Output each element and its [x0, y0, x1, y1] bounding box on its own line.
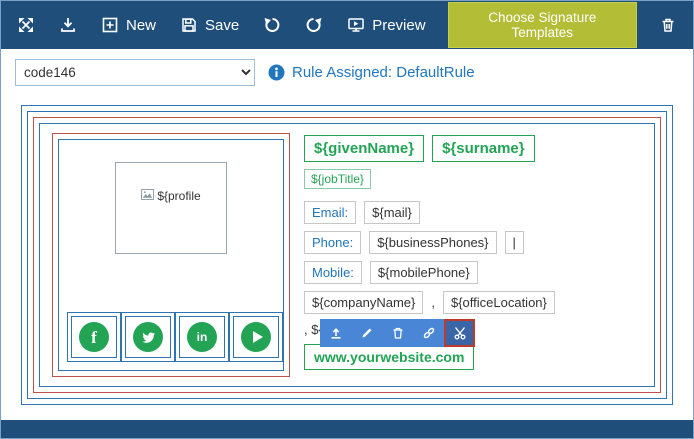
top-toolbar: New Save	[1, 1, 693, 49]
delete-element-button[interactable]	[382, 319, 413, 347]
job-title-token[interactable]: ${jobTitle}	[304, 169, 371, 189]
cut-icon	[453, 326, 467, 340]
delete-button[interactable]	[657, 14, 679, 36]
business-phones-token[interactable]: ${businessPhones}	[369, 231, 496, 254]
choose-signature-templates-button[interactable]: Choose Signature Templates	[448, 2, 637, 48]
youtube-icon	[241, 322, 271, 352]
rule-assigned-label: Rule Assigned: DefaultRule	[292, 64, 475, 81]
signature-right-column: ${givenName} ${surname} ${jobTitle} Emai…	[304, 133, 642, 377]
linkedin-icon: in	[187, 322, 217, 352]
element-toolbar	[320, 319, 475, 347]
expand-arrows-icon	[17, 16, 35, 34]
linkedin-glyph: in	[197, 331, 208, 343]
linkedin-icon-frame: in	[179, 316, 225, 358]
edit-icon	[360, 326, 374, 340]
link-button[interactable]	[413, 319, 444, 347]
signature-inner-table: ${profile f	[39, 123, 655, 387]
truncated-address-row: , ${	[304, 321, 642, 338]
surname-token[interactable]: ${surname}	[432, 135, 535, 162]
mobile-phone-token[interactable]: ${mobilePhone}	[370, 261, 478, 284]
youtube-icon-frame	[233, 316, 279, 358]
email-row: Email: ${mail}	[304, 201, 642, 224]
redo-icon	[305, 16, 323, 34]
redo-button[interactable]	[303, 14, 325, 36]
name-row: ${givenName} ${surname}	[304, 135, 642, 162]
edit-button[interactable]	[351, 319, 382, 347]
cut-button[interactable]	[444, 319, 475, 347]
new-plus-square-icon	[101, 16, 119, 34]
rule-assigned-text-group: Rule Assigned: DefaultRule	[268, 64, 475, 81]
signature-outer-table: ${profile f	[27, 111, 667, 399]
youtube-icon-cell[interactable]	[229, 312, 283, 362]
separator-token[interactable]: |	[505, 231, 524, 254]
mail-token[interactable]: ${mail}	[364, 201, 420, 224]
signature-left-column: ${profile f	[52, 133, 290, 377]
expand-button[interactable]	[15, 14, 37, 36]
signature-left-column-inner: ${profile f	[58, 139, 284, 371]
rule-bar: code146 Rule Assigned: DefaultRule	[1, 49, 693, 95]
job-title-row: ${jobTitle}	[304, 169, 642, 189]
website-row: www.yourwebsite.com	[304, 344, 642, 370]
editor-canvas[interactable]: ${profile f	[21, 105, 673, 405]
trash-icon	[391, 326, 405, 340]
bottom-status-bar	[1, 420, 693, 438]
profile-image-placeholder[interactable]: ${profile	[115, 162, 227, 254]
mobile-label[interactable]: Mobile:	[304, 261, 362, 284]
mobile-row: Mobile: ${mobilePhone}	[304, 261, 642, 284]
link-icon	[422, 326, 436, 340]
phone-row: Phone: ${businessPhones} |	[304, 231, 642, 254]
upload-button[interactable]	[320, 319, 351, 347]
preview-button[interactable]: Preview	[345, 14, 427, 36]
linkedin-icon-cell[interactable]: in	[175, 312, 229, 362]
office-location-token[interactable]: ${officeLocation}	[443, 291, 555, 314]
signature-template-select[interactable]: code146	[15, 59, 255, 86]
signature-editor-window: { "toolbar": { "new": "New", "save": "Sa…	[0, 0, 694, 439]
save-button[interactable]: Save	[178, 14, 241, 36]
upload-icon	[329, 326, 343, 340]
company-name-token[interactable]: ${companyName}	[304, 291, 423, 314]
info-icon	[268, 64, 285, 81]
download-button[interactable]	[57, 14, 79, 36]
twitter-icon	[133, 322, 163, 352]
broken-image-icon	[141, 189, 154, 200]
facebook-icon-frame: f	[71, 316, 117, 358]
youtube-play-glyph	[253, 331, 263, 343]
twitter-icon-cell[interactable]	[121, 312, 175, 362]
preview-monitor-icon	[347, 16, 365, 34]
facebook-icon-cell[interactable]: f	[67, 312, 121, 362]
website-token[interactable]: www.yourwebsite.com	[304, 344, 474, 370]
facebook-icon: f	[79, 322, 109, 352]
save-button-label: Save	[205, 17, 239, 34]
signature-mid-table: ${profile f	[33, 117, 661, 393]
social-icons-row: f	[65, 312, 277, 362]
save-floppy-icon	[180, 16, 198, 34]
profile-placeholder-text: ${profile	[157, 189, 200, 203]
undo-button[interactable]	[261, 14, 283, 36]
email-label[interactable]: Email:	[304, 201, 356, 224]
new-button[interactable]: New	[99, 14, 158, 36]
given-name-token[interactable]: ${givenName}	[304, 135, 424, 162]
download-icon	[59, 16, 77, 34]
company-row: ${companyName} , ${officeLocation}	[304, 291, 642, 314]
trash-icon	[659, 16, 677, 34]
preview-button-label: Preview	[372, 17, 425, 34]
comma-text: ,	[431, 295, 435, 310]
undo-icon	[263, 16, 281, 34]
twitter-icon-frame	[125, 316, 171, 358]
facebook-glyph: f	[91, 329, 97, 346]
phone-label[interactable]: Phone:	[304, 231, 361, 254]
new-button-label: New	[126, 17, 156, 34]
